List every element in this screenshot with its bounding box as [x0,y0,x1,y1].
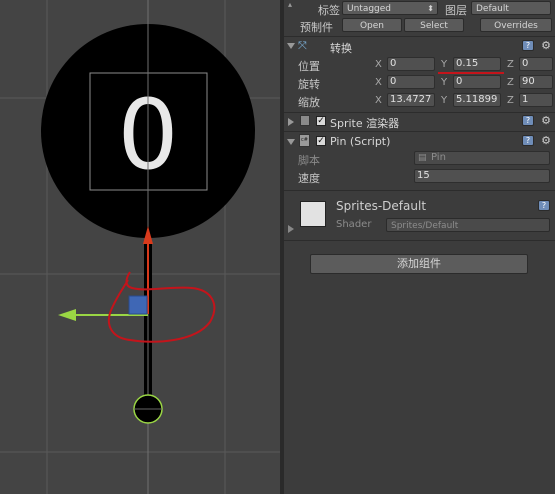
help-icon[interactable]: ? [522,115,534,126]
foldout-expanded-icon[interactable] [287,43,295,49]
speed-field[interactable]: 15 [414,169,550,183]
axis-y-label: Y [441,77,448,88]
layer-dropdown[interactable]: Default [471,1,551,15]
scene-view[interactable]: 0 [0,0,280,494]
script-value: Pin [431,152,446,163]
sprite-renderer-title: Sprite 渲染器 [330,117,400,130]
script-asset-icon: ▤ [418,153,427,163]
foldout-collapsed-icon[interactable] [288,118,294,126]
scale-z-field[interactable]: 1 [519,93,553,107]
position-x-field[interactable]: 0 [387,57,435,71]
add-component-button[interactable]: 添加组件 [310,254,528,274]
axis-y-label: Y [441,59,448,70]
script-object-field: ▤ Pin [414,151,550,165]
axis-y-label: Y [441,95,448,106]
axis-z-label: Z [507,59,514,70]
axis-x-label: X [375,77,382,88]
shader-dropdown[interactable]: Sprites/Default [386,218,550,232]
transform-icon: ⤧ [298,39,307,52]
script-file-icon: c# [299,134,310,147]
script-label: 脚本 [298,154,320,167]
pin-script-title: Pin (Script) [330,135,391,148]
chevron-updown-icon: ⬍ [427,4,434,13]
help-icon[interactable]: ? [522,135,534,146]
rotation-y-field[interactable]: 0 [453,75,501,89]
divider [284,36,555,37]
sprite-renderer-enabled-checkbox[interactable]: ✓ [316,116,326,126]
material-foldout-icon[interactable] [288,225,294,233]
scale-x-field[interactable]: 13.4727 [387,93,435,107]
axis-z-label: Z [507,95,514,106]
material-preview-swatch [300,201,326,227]
position-label: 位置 [298,60,320,73]
tag-label: 标签 [318,4,340,17]
gear-icon[interactable]: ⚙ [540,135,552,146]
rotation-label: 旋转 [298,78,320,91]
scale-y-field[interactable]: 5.11899 [453,93,501,107]
transform-title: 转换 [330,42,352,55]
gizmo-x-arrow-icon[interactable] [58,309,76,321]
tag-value: Untagged [347,4,392,14]
axis-x-label: X [375,95,382,106]
material-name: Sprites-Default [336,199,427,213]
layer-label: 图层 [445,4,467,17]
red-underline-annotation [438,72,504,74]
divider [284,112,555,113]
shader-label: Shader [336,219,372,230]
tag-dropdown[interactable]: Untagged ⬍ [342,1,438,15]
position-y-field[interactable]: 0.15 [453,57,501,71]
axis-z-label: Z [507,77,514,88]
sprite-renderer-icon [300,115,310,126]
red-annotation-circle [107,271,216,343]
layer-value: Default [476,4,509,14]
prefab-open-button[interactable]: Open [342,18,402,32]
rotation-x-field[interactable]: 0 [387,75,435,89]
foldout-expanded-icon[interactable] [287,139,295,145]
divider [284,240,555,241]
help-icon[interactable]: ? [538,200,550,211]
prefab-select-button[interactable]: Select [404,18,464,32]
gizmo-plane-handle[interactable] [128,295,148,315]
divider [284,190,555,191]
rotation-z-field[interactable]: 90 [519,75,553,89]
scroll-up-icon[interactable]: ▴ [288,0,292,9]
scene-canvas[interactable]: 0 [0,0,280,494]
prefab-label: 预制件 [300,21,333,34]
speed-label: 速度 [298,172,320,185]
gear-icon[interactable]: ⚙ [540,115,552,126]
prefab-overrides-button[interactable]: Overrides [480,18,552,32]
inspector-panel: ▴ 标签 Untagged ⬍ 图层 Default 预制件 Open Sele… [284,0,555,494]
gear-icon[interactable]: ⚙ [540,40,552,51]
divider [284,131,555,132]
help-icon[interactable]: ? [522,40,534,51]
pin-script-enabled-checkbox[interactable]: ✓ [316,136,326,146]
scale-label: 缩放 [298,96,320,109]
position-z-field[interactable]: 0 [519,57,553,71]
axis-x-label: X [375,59,382,70]
